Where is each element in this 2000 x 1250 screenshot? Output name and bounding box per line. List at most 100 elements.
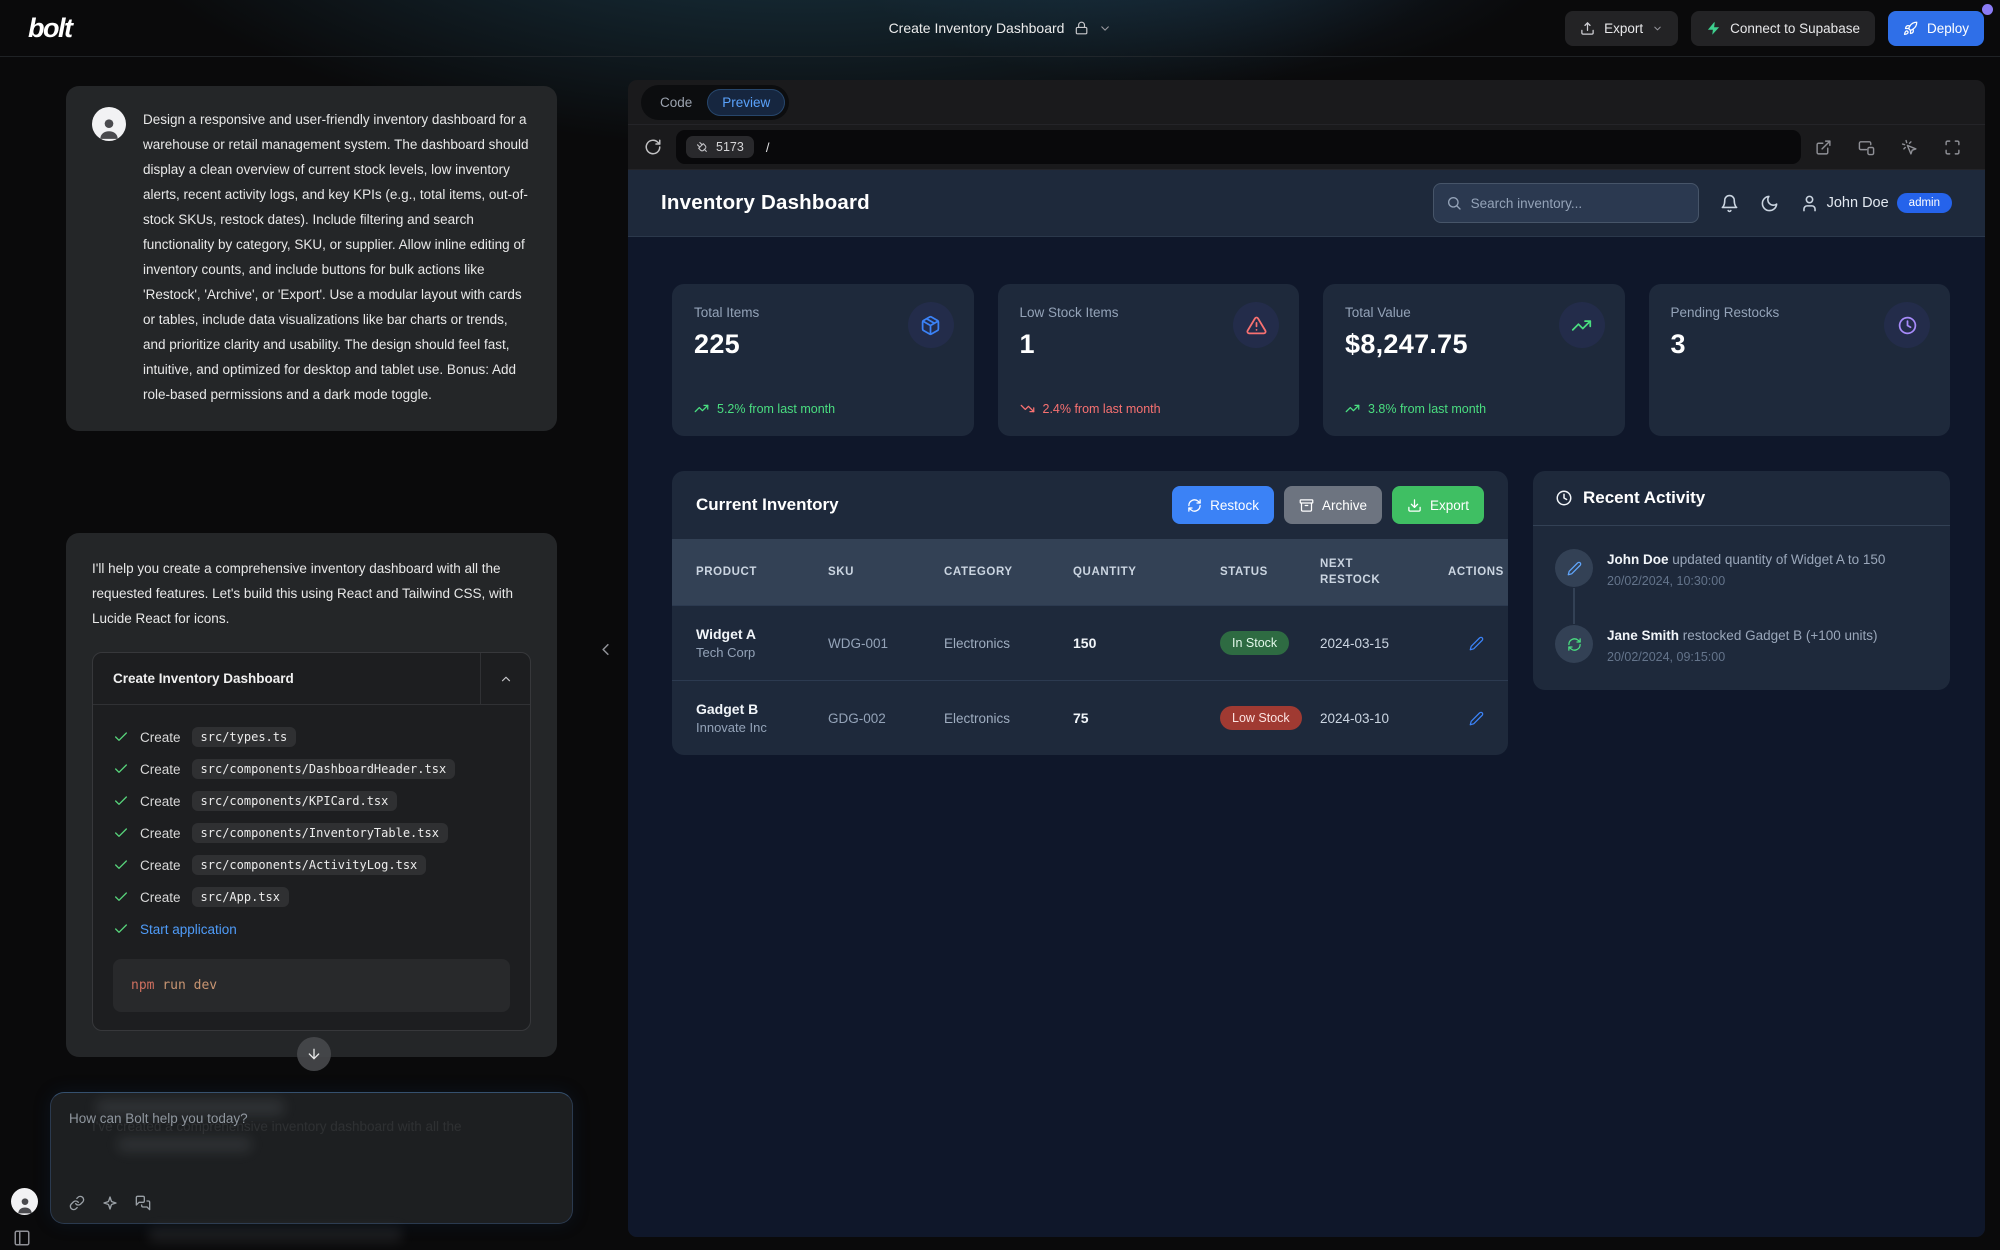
bulk-actions: Restock Archive Export [1172,486,1484,524]
category-cell: Electronics [944,636,1073,651]
plan-step: Create src/types.ts [113,721,510,753]
status-badge: Low Stock [1220,706,1302,730]
responsive-preview-button[interactable] [1858,139,1875,156]
plan-step: Create src/components/DashboardHeader.ts… [113,753,510,785]
deploy-button[interactable]: Deploy [1888,11,1984,46]
fullscreen-button[interactable] [1944,139,1961,156]
account-avatar[interactable] [11,1188,38,1215]
person-icon [96,115,122,141]
step-file-chip: src/types.ts [192,727,297,747]
quantity-cell: 75 [1073,710,1220,726]
recent-activity-header: Recent Activity [1533,471,1950,526]
connect-supabase-button[interactable]: Connect to Supabase [1691,11,1875,46]
collapse-plan-button[interactable] [480,653,530,704]
dark-mode-toggle[interactable] [1760,194,1779,213]
deploy-label: Deploy [1927,21,1969,36]
terminal-command: npm run dev [113,959,510,1012]
external-link-icon [1815,139,1832,156]
activity-timestamp: 20/02/2024, 09:15:00 [1607,650,1878,664]
port-number: 5173 [716,140,744,154]
activity-user: John Doe [1607,552,1669,567]
user-name: John Doe [1827,195,1889,211]
build-plan-steps: Create src/types.ts Create src/component… [93,705,530,1030]
build-plan-card: Create Inventory Dashboard Create src/ty… [92,652,531,1031]
archive-label: Archive [1322,498,1367,513]
column-header-actions: ACTIONS [1448,564,1504,580]
project-title-menu[interactable]: Create Inventory Dashboard [889,20,1112,36]
inventory-title: Current Inventory [696,495,839,515]
chat-textarea[interactable] [69,1111,554,1169]
inventory-table-header: Current Inventory Restock Archive [672,471,1508,539]
enhance-prompt-button[interactable] [102,1195,118,1211]
step-action: Create [140,762,181,777]
activity-text: John Doe updated quantity of Widget A to… [1607,549,1885,569]
plan-step: Create src/components/KPICard.tsx [113,785,510,817]
lock-icon [1074,21,1088,35]
export-label: Export [1430,498,1469,513]
command-args: run dev [162,978,217,993]
attach-link-button[interactable] [69,1195,85,1211]
link-icon [69,1195,85,1211]
url-path: / [766,140,770,155]
restock-button[interactable]: Restock [1172,486,1274,524]
url-input[interactable]: 5173 / [676,130,1801,164]
command-binary: npm [131,978,154,993]
activity-item: John Doe updated quantity of Widget A to… [1555,549,1928,588]
sparkles-icon [102,1195,118,1211]
inventory-search[interactable] [1433,183,1699,223]
top-bar: bolt Create Inventory Dashboard Export C… [0,0,2000,57]
inspector-button[interactable] [1901,139,1918,156]
panel-left-icon [13,1229,31,1247]
product-cell: Widget A Tech Corp [696,626,828,660]
activity-action: updated quantity of Widget A to 150 [1672,552,1885,567]
rocket-icon [1903,21,1918,36]
search-input[interactable] [1471,196,1686,211]
edit-row-button[interactable] [1469,634,1484,651]
upload-icon [1580,21,1595,36]
app-preview: Inventory Dashboard John Doe admin Total [628,170,1985,1237]
devices-icon [1858,139,1875,156]
open-in-new-tab-button[interactable] [1815,139,1832,156]
discuss-mode-button[interactable] [135,1195,151,1211]
notifications-button[interactable] [1720,194,1739,213]
chat-input-box[interactable] [50,1092,573,1224]
export-button[interactable]: Export [1565,11,1678,46]
sku-cell: WDG-001 [828,636,944,651]
check-icon [113,889,129,905]
start-application-link[interactable]: Start application [140,922,237,937]
step-file-chip: src/components/ActivityLog.tsx [192,855,427,875]
dashboard-header-actions: John Doe admin [1433,183,1952,223]
next-restock-cell: 2024-03-15 [1320,636,1448,651]
step-file-chip: src/components/InventoryTable.tsx [192,823,448,843]
edit-row-button[interactable] [1469,709,1484,726]
user-icon [1800,194,1819,213]
archive-button[interactable]: Archive [1284,486,1382,524]
tab-code[interactable]: Code [645,89,707,116]
person-icon [15,1195,35,1215]
column-header-category: CATEGORY [944,564,1073,580]
collapse-chat-button[interactable] [596,640,615,659]
plan-step: Create src/components/ActivityLog.tsx [113,849,510,881]
export-csv-button[interactable]: Export [1392,486,1484,524]
port-pill[interactable]: 5173 [686,136,754,158]
activity-text: Jane Smith restocked Gadget B (+100 unit… [1607,625,1878,645]
quantity-cell: 150 [1073,635,1220,651]
kpi-trend-text: 2.4% from last month [1043,402,1161,416]
user-menu[interactable]: John Doe admin [1800,193,1952,213]
timeline-connector [1573,588,1575,624]
bolt-logo: bolt [28,13,71,44]
product-name: Widget A [696,626,828,642]
user-message: Design a responsive and user-friendly in… [66,86,557,431]
scroll-to-bottom-button[interactable] [297,1037,331,1071]
column-header-product: PRODUCT [696,564,828,580]
archive-icon [1299,498,1314,513]
kpi-trend-text: 5.2% from last month [717,402,835,416]
toggle-sidebar-button[interactable] [13,1229,31,1247]
plan-step: Create src/components/InventoryTable.tsx [113,817,510,849]
messages-icon [135,1195,151,1211]
column-header-next-restock: NEXT RESTOCK [1320,556,1392,588]
tab-preview[interactable]: Preview [707,89,785,116]
reload-button[interactable] [644,138,662,156]
download-icon [1407,498,1422,513]
next-restock-cell: 2024-03-10 [1320,711,1448,726]
